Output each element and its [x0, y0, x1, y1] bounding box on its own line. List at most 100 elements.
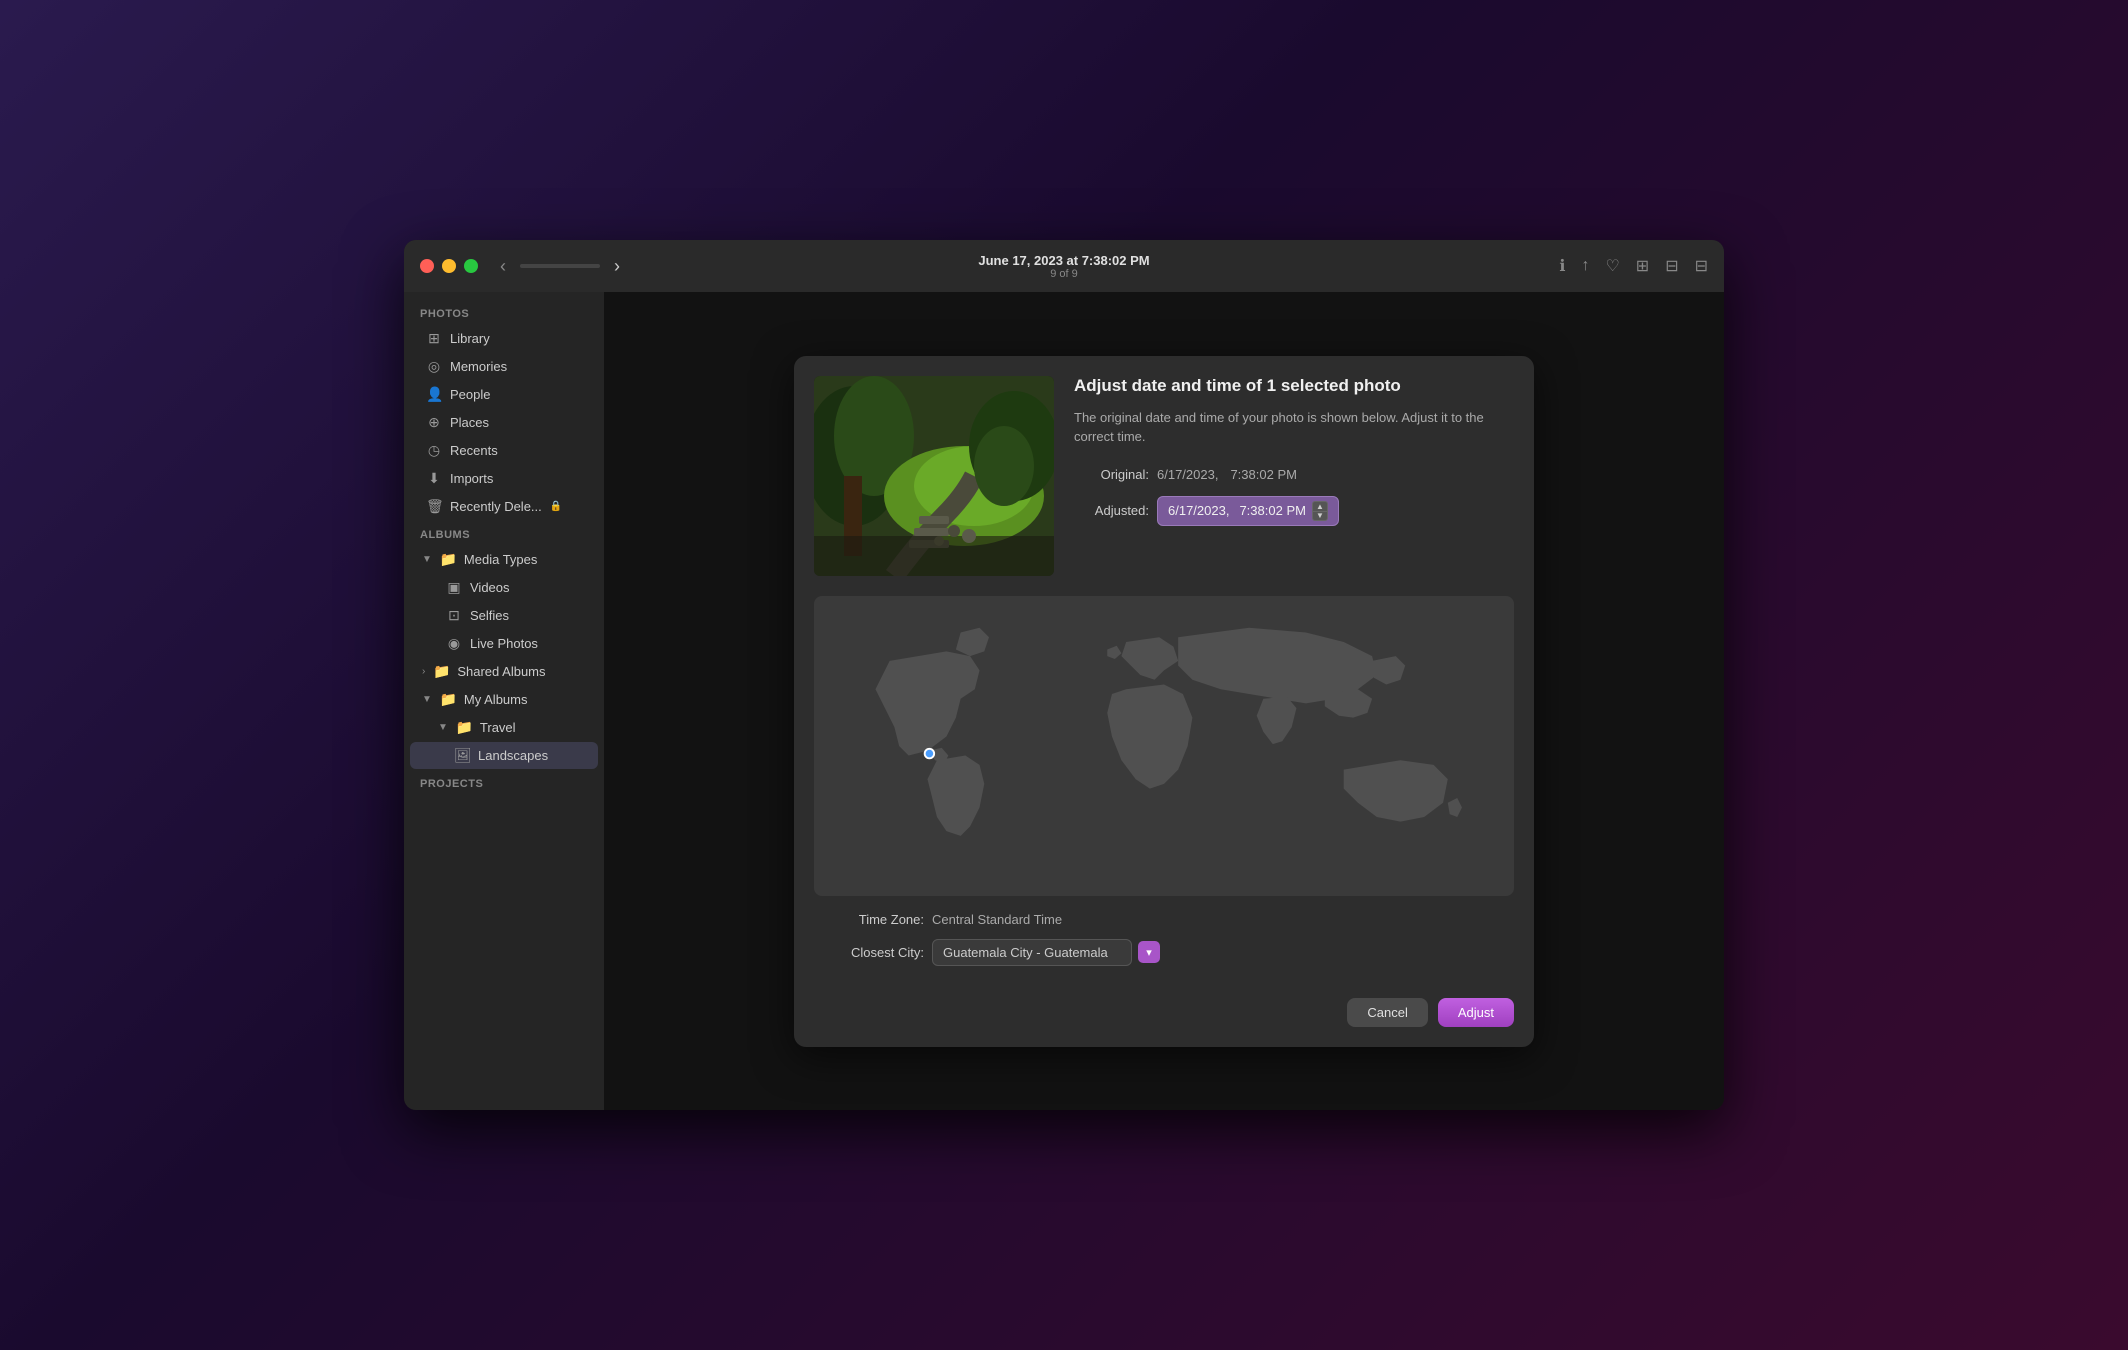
city-dropdown[interactable]: Guatemala City - Guatemala ▾	[932, 939, 1160, 966]
chevron-down-icon: ▼	[422, 554, 432, 565]
sidebar-item-label: Recently Dele...	[450, 499, 542, 514]
sidebar-item-label: My Albums	[464, 692, 528, 707]
sidebar-item-videos[interactable]: ▣ Videos	[410, 574, 598, 601]
sidebar-item-label: Shared Albums	[457, 664, 545, 679]
crop-icon[interactable]: ⊟	[1665, 256, 1678, 276]
adjusted-time-value: 7:38:02 PM	[1239, 503, 1306, 518]
chevron-down-icon: ▼	[422, 694, 432, 705]
shared-albums-icon: 📁	[433, 663, 449, 680]
title-center: June 17, 2023 at 7:38:02 PM 9 of 9	[978, 253, 1149, 280]
modal-overlay: Adjust date and time of 1 selected photo…	[604, 292, 1724, 1110]
recents-icon: ◷	[426, 442, 442, 459]
modal-bottom: Time Zone: Central Standard Time Closest…	[794, 912, 1534, 998]
sidebar-item-label: Places	[450, 415, 489, 430]
original-label: Original:	[1074, 467, 1149, 482]
city-row: Closest City: Guatemala City - Guatemala…	[814, 939, 1514, 966]
sidebar-item-recently-deleted[interactable]: 🗑 Recently Dele... 🔒	[410, 493, 598, 520]
modal-top: Adjust date and time of 1 selected photo…	[794, 356, 1534, 596]
add-to-album-icon[interactable]: ⊞	[1636, 256, 1649, 276]
sidebar-item-places[interactable]: ⊕ Places	[410, 409, 598, 436]
sidebar-item-library[interactable]: ⊞ Library	[410, 325, 598, 352]
maximize-button[interactable]	[464, 259, 478, 273]
live-photos-icon: ◉	[446, 635, 462, 652]
people-icon: 👤	[426, 386, 442, 403]
heart-icon[interactable]: ♡	[1605, 256, 1619, 276]
memories-icon: ◎	[426, 358, 442, 375]
sidebar-item-label: Library	[450, 331, 490, 346]
sidebar-item-shared-albums[interactable]: › 📁 Shared Albums	[410, 658, 598, 685]
city-label: Closest City:	[814, 945, 924, 960]
city-chevron-icon[interactable]: ▾	[1138, 941, 1160, 963]
stepper-down-button[interactable]: ▼	[1312, 511, 1328, 521]
lock-icon: 🔒	[550, 501, 562, 512]
back-arrow[interactable]: ‹	[494, 254, 512, 279]
sidebar-item-label: Live Photos	[470, 636, 538, 651]
stepper-up-button[interactable]: ▲	[1312, 501, 1328, 511]
sidebar-item-memories[interactable]: ◎ Memories	[410, 353, 598, 380]
imports-icon: ⬇	[426, 470, 442, 487]
edit-icon[interactable]: ⊟	[1695, 256, 1708, 276]
world-map	[814, 596, 1514, 896]
modal-title: Adjust date and time of 1 selected photo	[1074, 376, 1514, 396]
modal-info: Adjust date and time of 1 selected photo…	[1074, 376, 1514, 576]
modal-buttons: Cancel Adjust	[794, 998, 1534, 1047]
sidebar-item-selfies[interactable]: ⊡ Selfies	[410, 602, 598, 629]
timezone-label: Time Zone:	[814, 912, 924, 927]
my-albums-icon: 📁	[440, 691, 456, 708]
cancel-button[interactable]: Cancel	[1347, 998, 1427, 1027]
title-nav: ‹ ›	[494, 254, 626, 279]
photo-thumbnail	[814, 376, 1054, 576]
datetime-stepper[interactable]: ▲ ▼	[1312, 501, 1328, 521]
albums-section-header: Albums	[404, 521, 604, 545]
app-window: ‹ › June 17, 2023 at 7:38:02 PM 9 of 9 ℹ…	[404, 240, 1724, 1110]
places-icon: ⊕	[426, 414, 442, 431]
videos-icon: ▣	[446, 579, 462, 596]
sidebar-item-live-photos[interactable]: ◉ Live Photos	[410, 630, 598, 657]
sidebar-item-people[interactable]: 👤 People	[410, 381, 598, 408]
adjusted-label: Adjusted:	[1074, 503, 1149, 518]
minimize-button[interactable]	[442, 259, 456, 273]
sidebar-item-label: Memories	[450, 359, 507, 374]
traffic-lights	[420, 259, 478, 273]
sidebar-item-label: Travel	[480, 720, 516, 735]
forward-arrow[interactable]: ›	[608, 254, 626, 279]
original-date: 6/17/2023,	[1157, 467, 1218, 482]
travel-folder-icon: 📁	[456, 719, 472, 736]
library-icon: ⊞	[426, 330, 442, 347]
close-button[interactable]	[420, 259, 434, 273]
sidebar-item-landscapes[interactable]: 🖼 Landscapes	[410, 742, 598, 769]
adjust-button[interactable]: Adjust	[1438, 998, 1514, 1027]
sidebar: Photos ⊞ Library ◎ Memories 👤 People ⊕ P…	[404, 292, 604, 1110]
sidebar-item-recents[interactable]: ◷ Recents	[410, 437, 598, 464]
original-time: 7:38:02 PM	[1230, 467, 1297, 482]
chevron-right-icon: ›	[422, 666, 425, 677]
city-select[interactable]: Guatemala City - Guatemala	[932, 939, 1132, 966]
city-value: Guatemala City - Guatemala	[943, 945, 1108, 960]
title-actions: ℹ ↑ ♡ ⊞ ⊟ ⊟	[1559, 256, 1708, 276]
trash-icon: 🗑	[426, 498, 442, 515]
sidebar-item-media-types[interactable]: ▼ 📁 Media Types	[410, 546, 598, 573]
share-icon[interactable]: ↑	[1581, 257, 1589, 275]
adjusted-field-row: Adjusted: 6/17/2023, 7:38:02 PM ▲ ▼	[1074, 496, 1514, 526]
sidebar-item-imports[interactable]: ⬇ Imports	[410, 465, 598, 492]
adjusted-datetime-input[interactable]: 6/17/2023, 7:38:02 PM ▲ ▼	[1157, 496, 1339, 526]
sidebar-item-label: Imports	[450, 471, 493, 486]
photos-section-header: Photos	[404, 300, 604, 324]
sidebar-item-label: Selfies	[470, 608, 509, 623]
selfies-icon: ⊡	[446, 607, 462, 624]
content-area: Adjust date and time of 1 selected photo…	[604, 292, 1724, 1110]
folder-icon: 📁	[440, 551, 456, 568]
sidebar-item-my-albums[interactable]: ▼ 📁 My Albums	[410, 686, 598, 713]
sidebar-item-label: People	[450, 387, 490, 402]
nav-slider[interactable]	[520, 264, 600, 268]
sidebar-item-travel[interactable]: ▼ 📁 Travel	[410, 714, 598, 741]
window-title: June 17, 2023 at 7:38:02 PM	[978, 253, 1149, 268]
adjusted-date-value: 6/17/2023,	[1168, 503, 1229, 518]
chevron-down-icon: ▼	[438, 722, 448, 733]
sidebar-item-label: Recents	[450, 443, 498, 458]
info-icon[interactable]: ℹ	[1559, 256, 1565, 276]
sidebar-item-label: Landscapes	[478, 748, 548, 763]
projects-section-header: Projects	[404, 770, 604, 794]
timezone-row: Time Zone: Central Standard Time	[814, 912, 1514, 927]
modal-description: The original date and time of your photo…	[1074, 408, 1514, 447]
